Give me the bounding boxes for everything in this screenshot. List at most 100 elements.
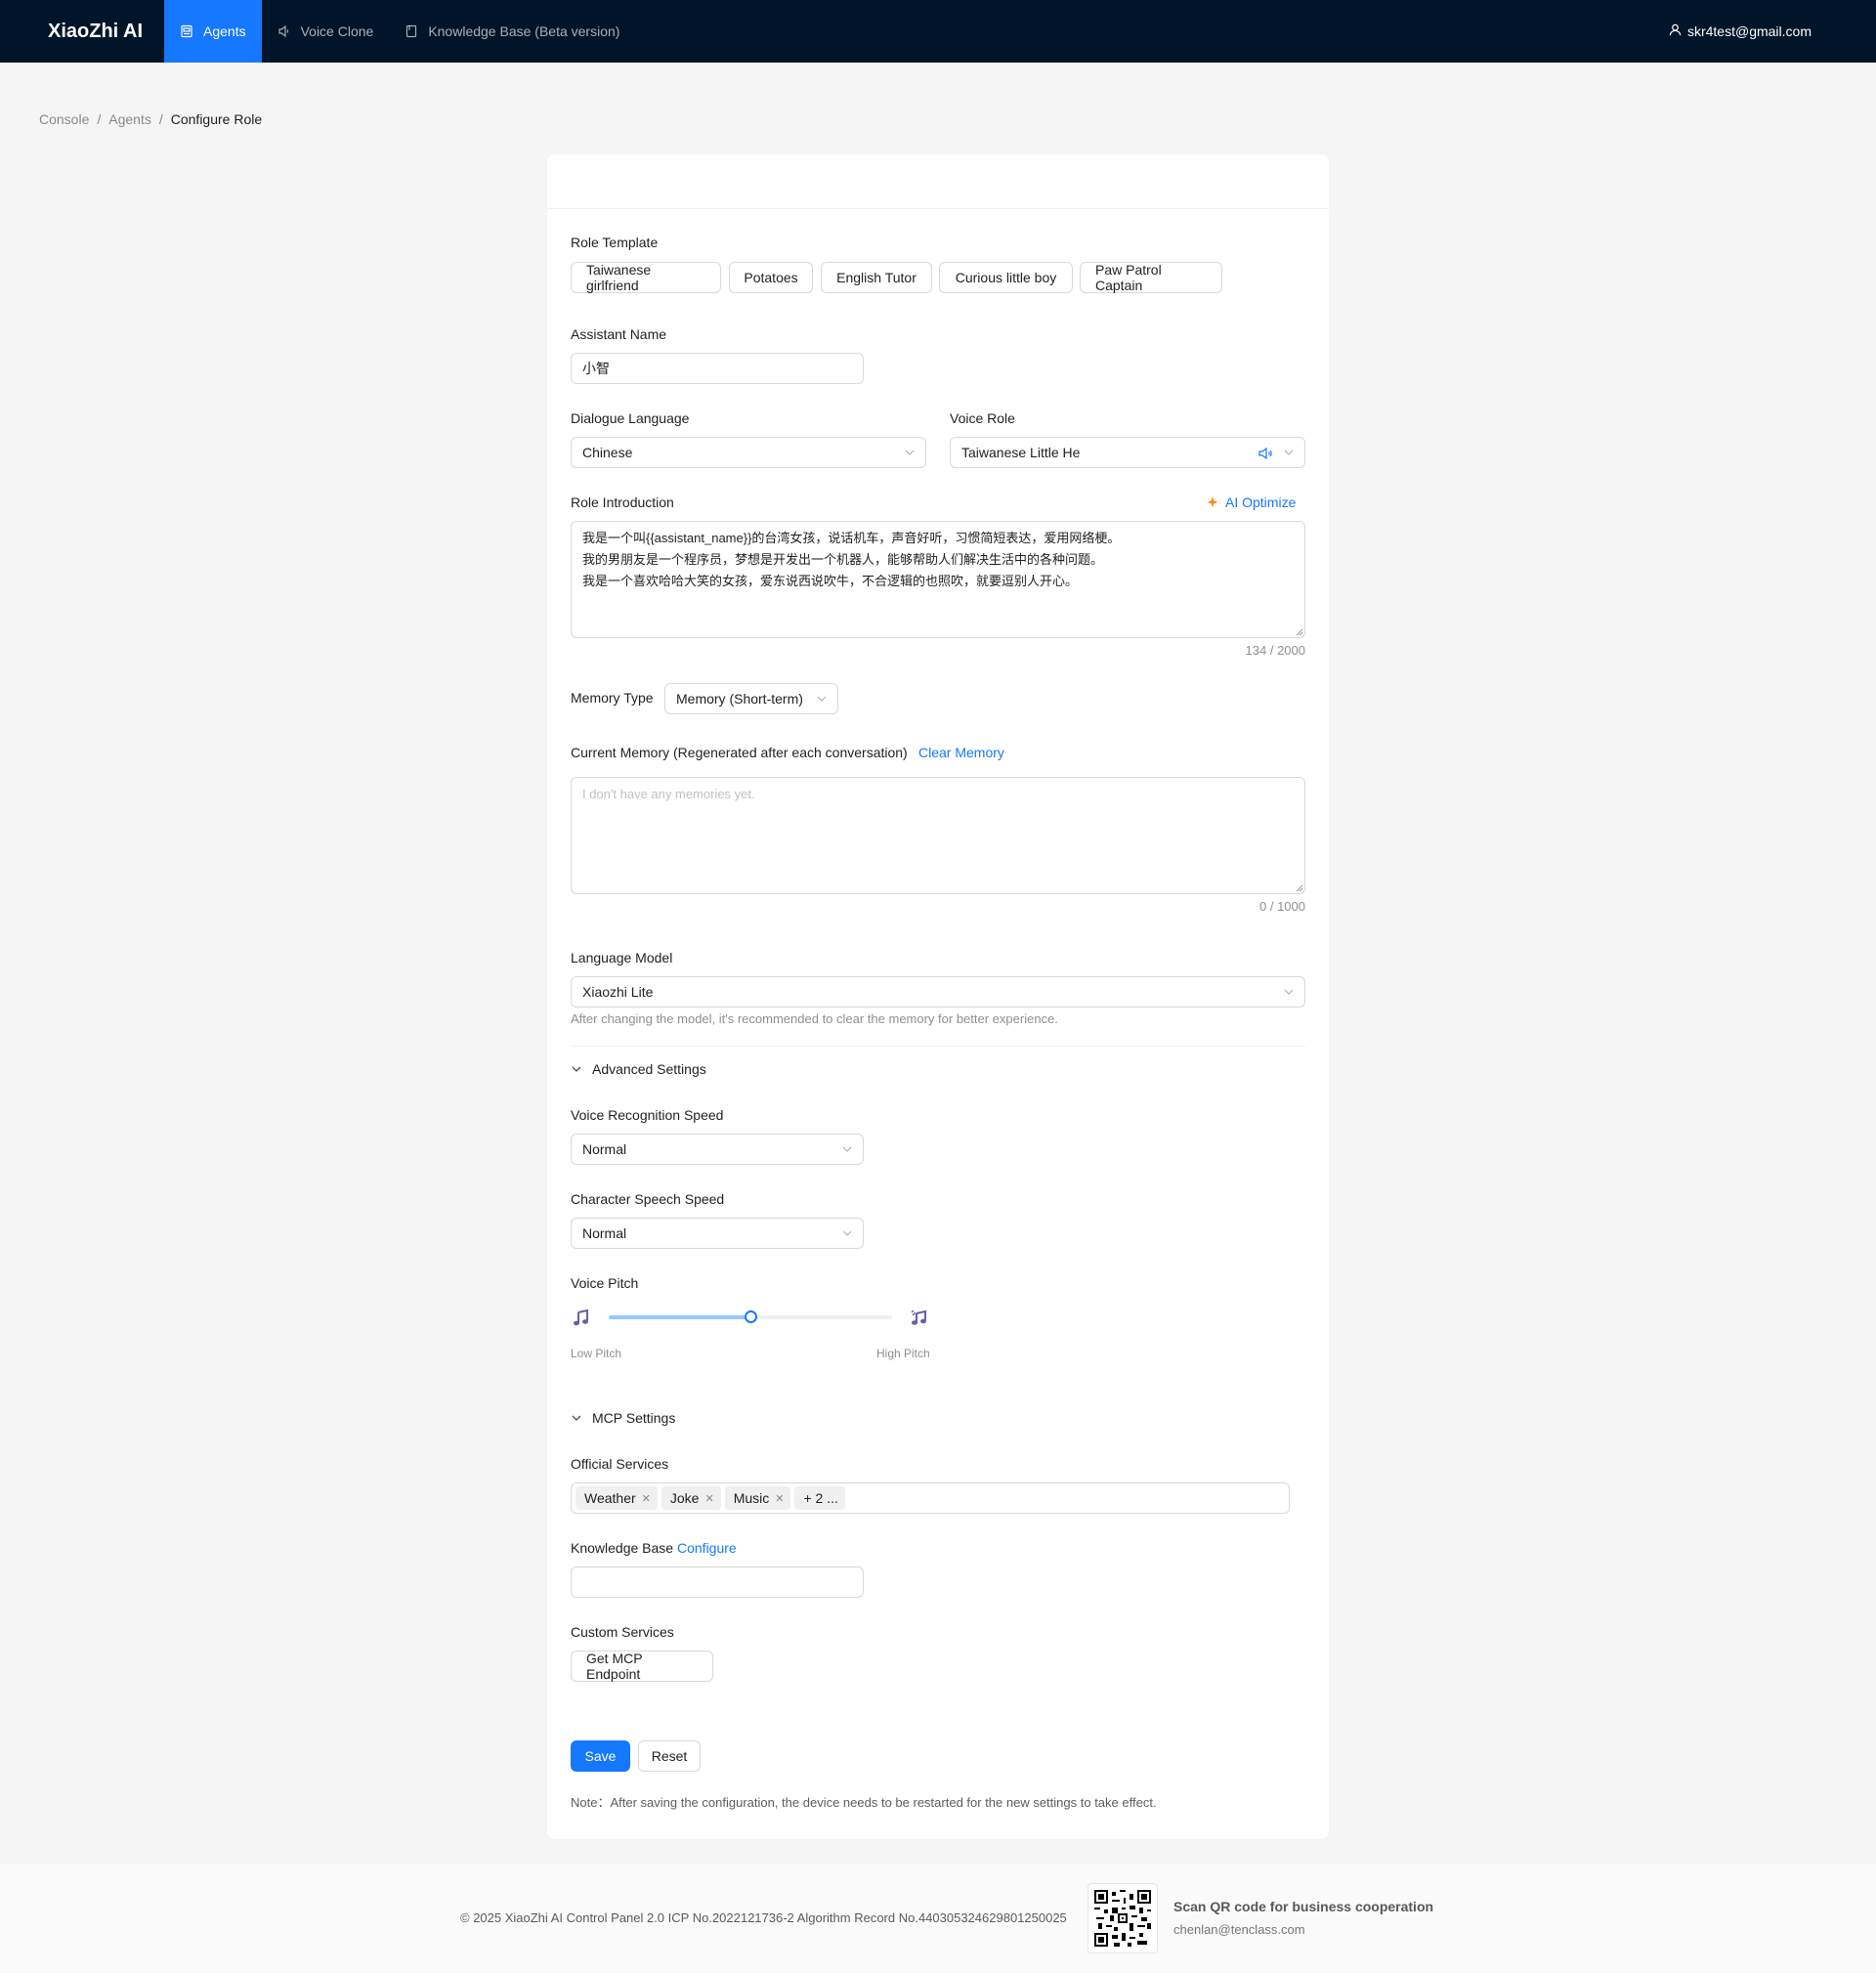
template-taiwanese-girlfriend[interactable]: Taiwanese girlfriend <box>571 262 721 293</box>
close-icon[interactable]: ✕ <box>775 1492 784 1505</box>
nav-voice-clone-label: Voice Clone <box>300 23 374 39</box>
voice-role-select[interactable]: Taiwanese Little He <box>950 437 1305 468</box>
current-memory-textarea[interactable]: I don't have any memories yet. <box>571 777 1305 894</box>
nav-agents-label: Agents <box>203 23 246 39</box>
speech-speed-select[interactable]: Normal <box>571 1218 864 1249</box>
current-memory-placeholder: I don't have any memories yet. <box>582 787 755 801</box>
pitch-slider-track <box>609 1315 750 1319</box>
recognition-speed-select[interactable]: Normal <box>571 1134 864 1165</box>
service-tag-joke: Joke ✕ <box>661 1486 721 1510</box>
high-pitch-label: High Pitch <box>876 1347 930 1360</box>
config-card: Role Template Taiwanese girlfriend Potat… <box>547 154 1329 1839</box>
voice-role-value: Taiwanese Little He <box>961 445 1081 460</box>
memory-type-label: Memory Type <box>571 690 654 706</box>
speaker-icon <box>277 24 291 38</box>
chevron-down-icon <box>817 696 827 702</box>
ai-optimize-button[interactable]: AI Optimize <box>1206 494 1296 510</box>
knowledge-base-label: Knowledge Base <box>571 1540 674 1556</box>
save-button[interactable]: Save <box>571 1740 630 1772</box>
book-icon <box>405 24 418 38</box>
sparkle-icon <box>1207 496 1218 508</box>
assistant-name-input[interactable]: 小智 <box>571 353 864 384</box>
assistant-name-value: 小智 <box>582 361 610 376</box>
resize-grip-icon[interactable] <box>1296 628 1303 636</box>
chevron-down-icon <box>572 1066 581 1072</box>
breadcrumb-agents[interactable]: Agents <box>108 111 151 127</box>
chevron-down-icon <box>842 1146 852 1152</box>
breadcrumb-console[interactable]: Console <box>39 111 89 127</box>
nav-agents[interactable]: Agents <box>164 0 262 63</box>
speaker-play-icon[interactable] <box>1258 446 1273 461</box>
language-model-select[interactable]: Xiaozhi Lite <box>571 976 1305 1008</box>
close-icon[interactable]: ✕ <box>642 1492 651 1505</box>
qr-title: Scan QR code for business cooperation <box>1173 1899 1434 1914</box>
role-template-label: Role Template <box>571 235 659 250</box>
knowledge-base-select[interactable] <box>571 1566 864 1598</box>
advanced-settings-toggle[interactable]: Advanced Settings <box>571 1061 706 1077</box>
tag-label: Weather <box>584 1490 636 1506</box>
assistant-name-label: Assistant Name <box>571 326 667 342</box>
user-menu[interactable]: skr4test@gmail.com <box>1669 0 1812 63</box>
qr-code-icon <box>1094 1890 1151 1947</box>
official-services-label: Official Services <box>571 1456 669 1472</box>
tag-label: Music <box>733 1490 770 1506</box>
chevron-down-icon <box>1284 989 1294 995</box>
knowledge-base-configure-link[interactable]: Configure <box>677 1540 737 1556</box>
role-intro-line: 我的男朋友是一个程序员，梦想是开发出一个机器人，能够帮助人们解决生活中的各种问题… <box>582 552 1104 567</box>
robot-icon <box>180 24 193 38</box>
dialogue-language-label: Dialogue Language <box>571 410 690 426</box>
main-nav: Agents Voice Clone Knowledge Base (Beta … <box>164 0 635 63</box>
music-note-low-icon <box>574 1309 588 1326</box>
voice-pitch-label: Voice Pitch <box>571 1275 639 1291</box>
pitch-slider-handle[interactable] <box>745 1310 757 1323</box>
brand-logo[interactable]: XiaoZhi AI <box>0 21 164 43</box>
user-icon <box>1669 23 1682 39</box>
dialogue-language-select[interactable]: Chinese <box>571 437 926 468</box>
language-model-hint: After changing the model, it's recommend… <box>571 1011 1058 1026</box>
service-tag-music: Music ✕ <box>724 1486 791 1510</box>
chevron-down-icon <box>842 1230 852 1236</box>
breadcrumb-current: Configure Role <box>170 111 263 127</box>
advanced-settings-title: Advanced Settings <box>592 1061 706 1077</box>
current-memory-label: Current Memory (Regenerated after each c… <box>571 745 908 760</box>
get-mcp-endpoint-button[interactable]: Get MCP Endpoint <box>571 1651 713 1682</box>
top-navbar: XiaoZhi AI Agents Voice Clone Knowledge … <box>0 0 1876 63</box>
speech-speed-label: Character Speech Speed <box>571 1191 725 1207</box>
resize-grip-icon[interactable] <box>1296 884 1303 892</box>
service-tag-weather: Weather ✕ <box>576 1486 658 1510</box>
official-services-select[interactable]: Weather ✕ Joke ✕ Music ✕ + 2 ... <box>571 1482 1290 1514</box>
language-model-label: Language Model <box>571 950 673 965</box>
template-paw-patrol-captain[interactable]: Paw Patrol Captain <box>1080 262 1222 293</box>
breadcrumb-separator: / <box>97 111 102 127</box>
ai-optimize-label: AI Optimize <box>1225 494 1297 510</box>
chevron-down-icon <box>1284 450 1294 455</box>
template-curious-little-boy[interactable]: Curious little boy <box>939 262 1073 293</box>
breadcrumb: Console / Agents / Configure Role <box>39 111 262 127</box>
memory-type-select[interactable]: Memory (Short-term) <box>664 683 838 714</box>
custom-services-label: Custom Services <box>571 1624 674 1640</box>
chevron-down-icon <box>572 1415 581 1421</box>
service-tag-more[interactable]: + 2 ... <box>794 1486 845 1510</box>
dialogue-language-value: Chinese <box>582 445 633 460</box>
template-potatoes[interactable]: Potatoes <box>729 262 813 293</box>
low-pitch-label: Low Pitch <box>571 1347 622 1360</box>
clear-memory-link[interactable]: Clear Memory <box>918 745 1004 760</box>
mcp-settings-toggle[interactable]: MCP Settings <box>571 1410 675 1426</box>
breadcrumb-separator: / <box>158 111 163 127</box>
save-note: Note：After saving the configuration, the… <box>571 1795 1157 1810</box>
nav-voice-clone[interactable]: Voice Clone <box>262 0 390 63</box>
user-email: skr4test@gmail.com <box>1686 23 1812 39</box>
recognition-speed-label: Voice Recognition Speed <box>571 1107 724 1123</box>
footer-copyright: © 2025 XiaoZhi AI Control Panel 2.0 ICP … <box>460 1910 1067 1925</box>
role-intro-textarea[interactable]: 我是一个叫{{assistant_name}}的台湾女孩，说话机车，声音好听，习… <box>571 521 1305 638</box>
language-model-value: Xiaozhi Lite <box>582 984 654 1000</box>
close-icon[interactable]: ✕ <box>704 1492 713 1505</box>
speech-speed-value: Normal <box>582 1225 627 1241</box>
current-memory-count: 0 / 1000 <box>1259 899 1305 914</box>
qr-email[interactable]: chenlan@tenclass.com <box>1173 1922 1305 1937</box>
nav-knowledge-base[interactable]: Knowledge Base (Beta version) <box>389 0 635 63</box>
nav-knowledge-base-label: Knowledge Base (Beta version) <box>428 23 620 39</box>
card-header <box>547 154 1329 209</box>
reset-button[interactable]: Reset <box>638 1740 701 1772</box>
template-english-tutor[interactable]: English Tutor <box>821 262 932 293</box>
